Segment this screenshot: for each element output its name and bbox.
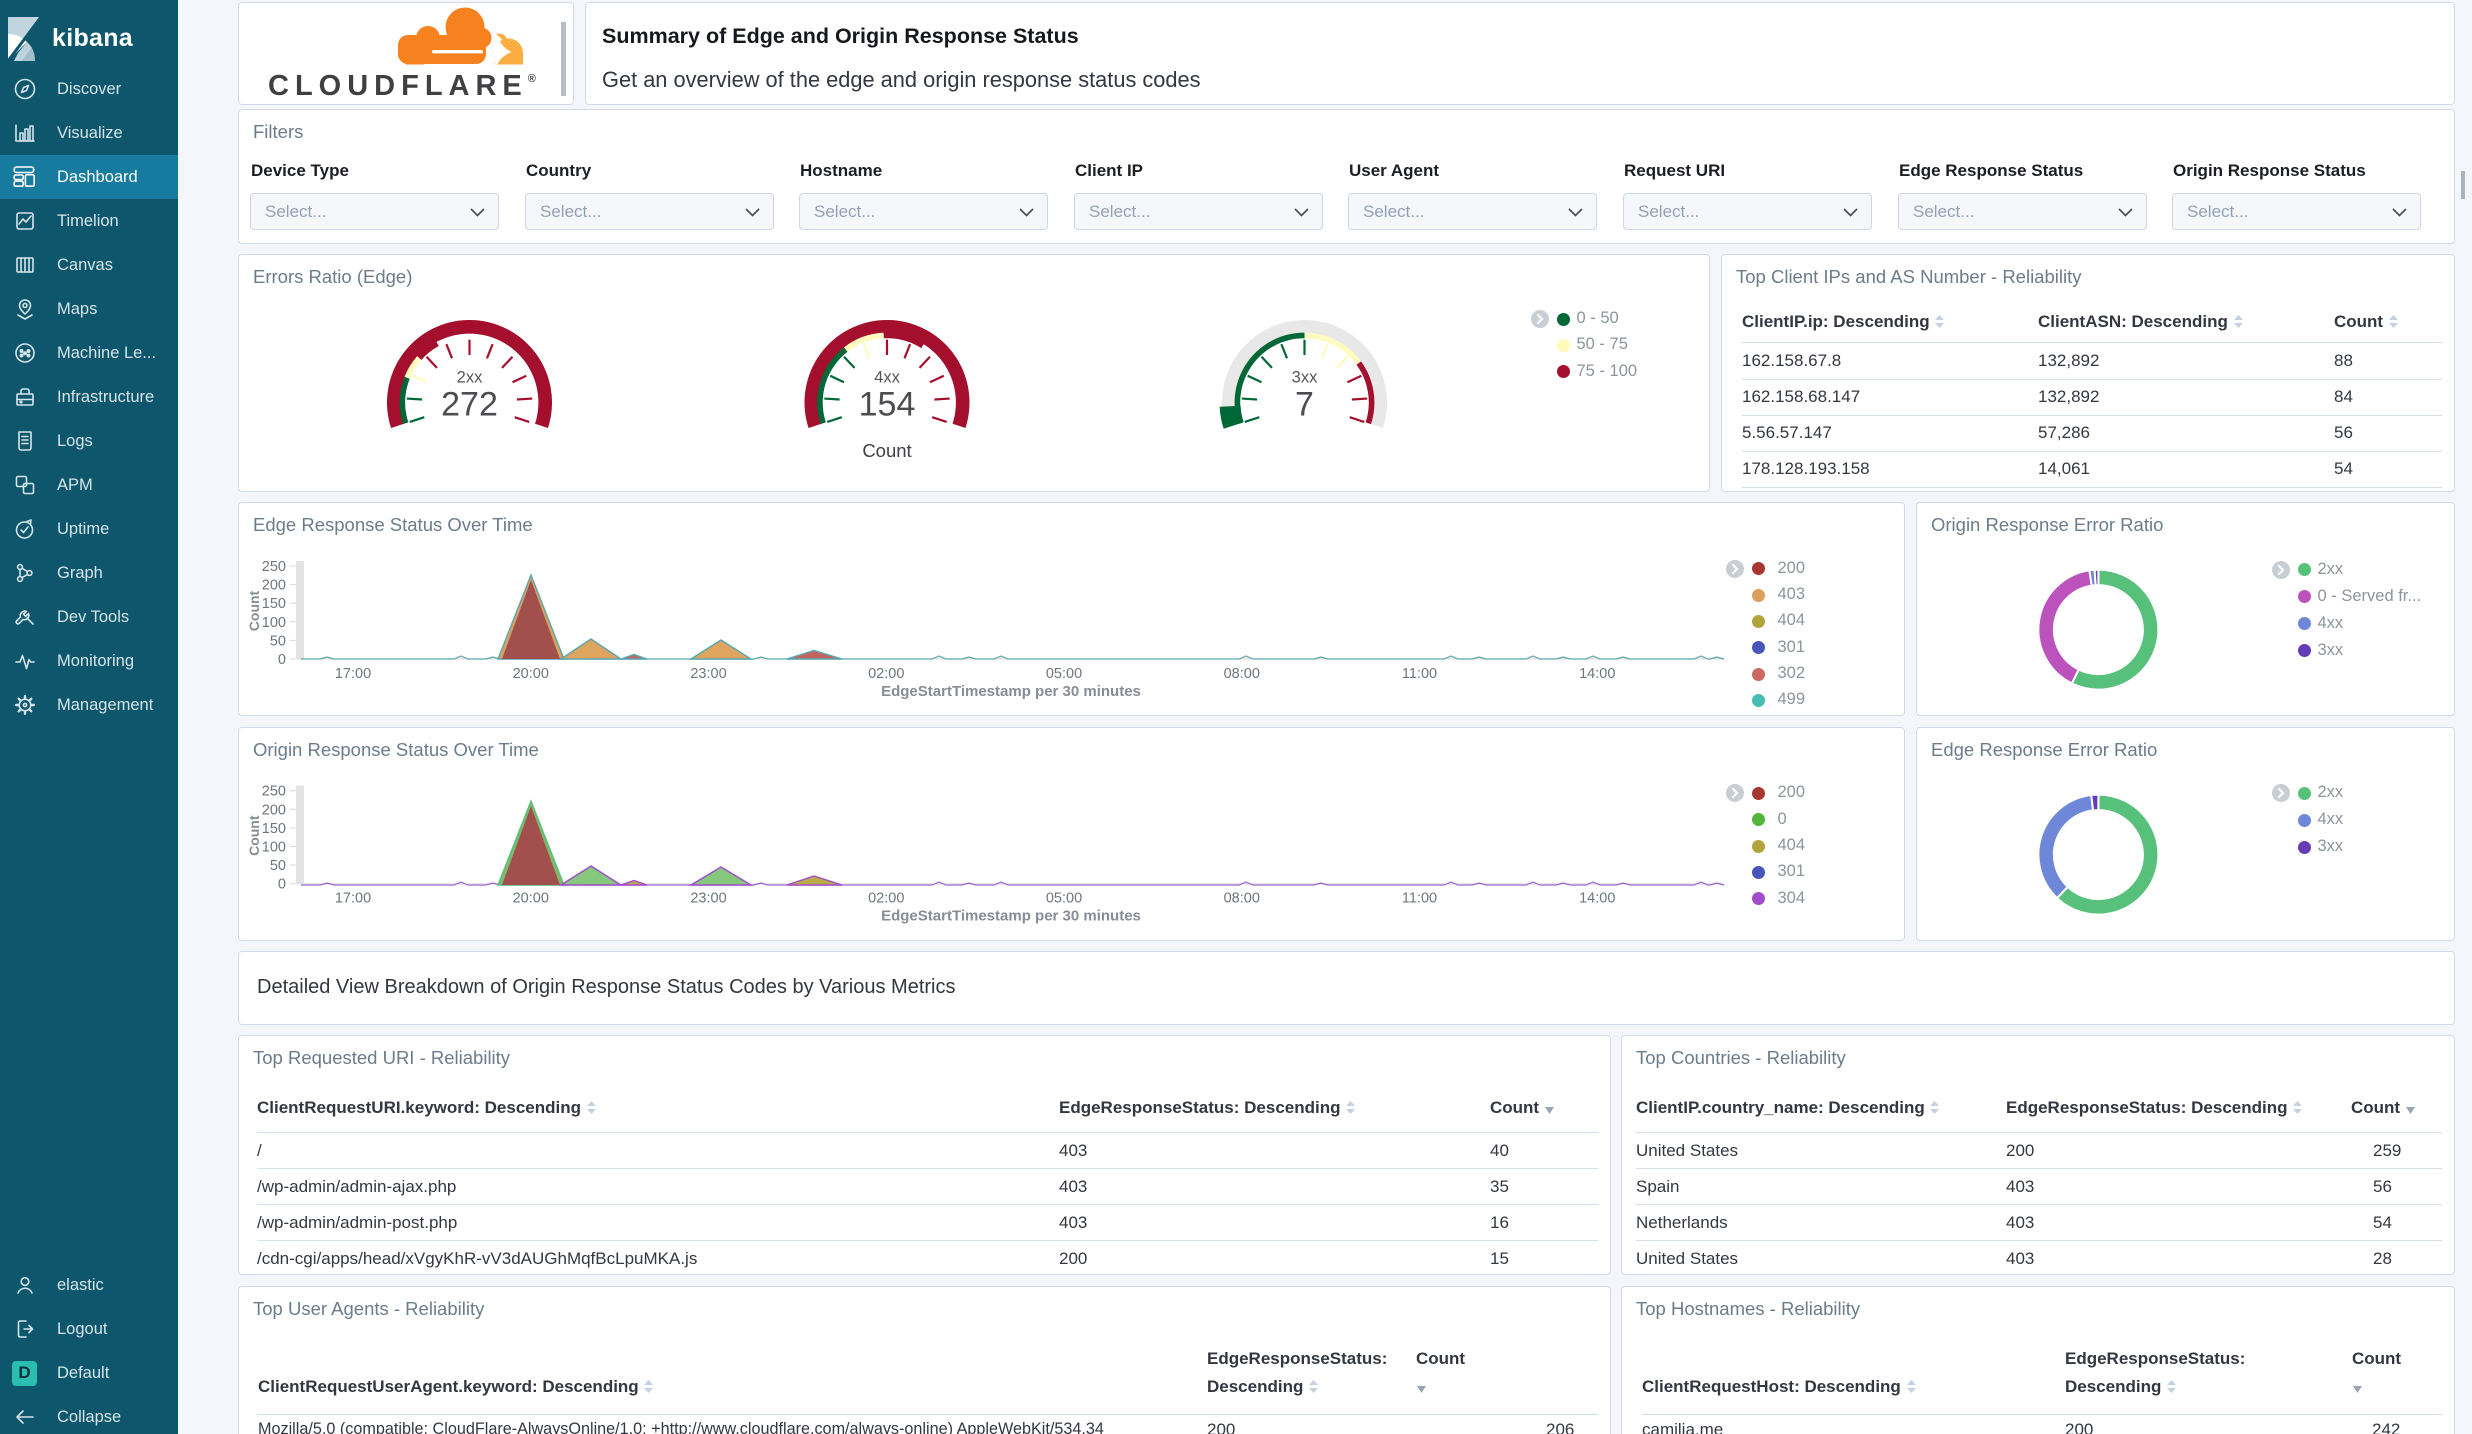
svg-text:14:00: 14:00 [1579,891,1615,907]
svg-text:EdgeStartTimestamp per 30 minu: EdgeStartTimestamp per 30 minutes [881,908,1141,925]
svg-text:50: 50 [270,858,286,874]
svg-text:100: 100 [262,840,286,856]
svg-text:17:00: 17:00 [335,891,371,907]
svg-text:0: 0 [278,877,286,893]
svg-text:08:00: 08:00 [1224,891,1260,907]
svg-text:250: 250 [262,784,286,800]
svg-text:05:00: 05:00 [1046,891,1082,907]
svg-text:Count: Count [246,815,262,856]
svg-text:02:00: 02:00 [868,891,904,907]
svg-text:150: 150 [262,821,286,837]
svg-text:200: 200 [262,802,286,818]
svg-text:11:00: 11:00 [1402,891,1437,907]
svg-text:20:00: 20:00 [513,891,549,907]
svg-text:23:00: 23:00 [690,891,726,907]
